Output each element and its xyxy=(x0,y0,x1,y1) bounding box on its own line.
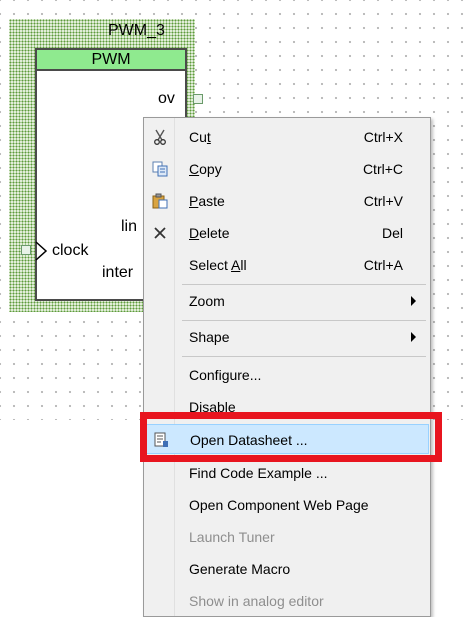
menu-item-delete-label: Delete xyxy=(189,225,230,241)
menu-item-launch-tuner-label: Launch Tuner xyxy=(189,529,275,545)
menu-item-configure[interactable]: Configure... xyxy=(146,360,429,390)
submenu-arrow-icon xyxy=(411,296,416,306)
menu-item-show-in-analog-editor-label: Show in analog editor xyxy=(189,593,324,609)
component-instance-name: PWM_3 xyxy=(108,22,165,39)
menu-item-generate-macro-label: Generate Macro xyxy=(189,561,291,577)
menu-item-shape-label: Shape xyxy=(189,329,230,345)
menu-item-open-component-web-page[interactable]: Open Component Web Page xyxy=(146,490,429,520)
menu-separator xyxy=(182,356,426,357)
clock-input-arrow-icon xyxy=(35,241,48,261)
menu-item-copy-label: Copy xyxy=(189,161,222,177)
menu-item-copy[interactable]: Copy Ctrl+C xyxy=(146,154,429,184)
copy-icon xyxy=(152,161,168,177)
menu-item-find-code-example[interactable]: Find Code Example ... xyxy=(146,458,429,488)
pin-label-lin: lin xyxy=(121,218,138,235)
menu-item-cut-shortcut: Ctrl+X xyxy=(363,129,403,145)
menu-item-cut[interactable]: Cut Ctrl+X xyxy=(146,122,429,152)
menu-item-select-all-shortcut: Ctrl+A xyxy=(363,257,403,273)
menu-separator xyxy=(182,284,426,285)
menu-item-zoom-label: Zoom xyxy=(189,293,225,309)
menu-item-delete[interactable]: Delete Del xyxy=(146,218,429,248)
menu-separator xyxy=(182,320,426,321)
menu-item-paste-shortcut: Ctrl+V xyxy=(363,193,403,209)
pin-label-clock: clock xyxy=(52,242,89,259)
menu-item-paste-label: Paste xyxy=(189,193,225,209)
menu-item-paste[interactable]: Paste Ctrl+V xyxy=(146,186,429,216)
menu-item-open-component-web-page-label: Open Component Web Page xyxy=(189,497,369,513)
paste-icon xyxy=(152,193,168,209)
submenu-arrow-icon xyxy=(411,332,416,342)
delete-x-icon xyxy=(154,227,166,239)
menu-item-show-in-analog-editor[interactable]: Show in analog editor xyxy=(146,586,429,616)
menu-item-copy-shortcut: Ctrl+C xyxy=(362,161,403,177)
menu-item-find-code-example-label: Find Code Example ... xyxy=(189,465,328,481)
menu-item-generate-macro[interactable]: Generate Macro xyxy=(146,554,429,584)
menu-item-cut-label: Cut xyxy=(189,129,211,145)
scissors-icon xyxy=(154,129,166,145)
menu-item-select-all[interactable]: Select All Ctrl+A xyxy=(146,250,429,280)
menu-item-zoom[interactable]: Zoom xyxy=(146,286,429,316)
context-menu: Cut Ctrl+X Copy Ctrl+C Paste Ctrl+V Dele… xyxy=(143,117,431,617)
menu-item-delete-shortcut: Del xyxy=(381,225,403,241)
menu-item-configure-label: Configure... xyxy=(189,367,262,383)
pin-terminal-ov[interactable] xyxy=(193,94,203,104)
pin-label-inter: inter xyxy=(102,264,134,281)
annotation-highlight-frame xyxy=(140,412,442,462)
pin-label-ov: ov xyxy=(158,90,175,107)
pin-terminal-clock[interactable] xyxy=(21,245,31,255)
menu-item-launch-tuner[interactable]: Launch Tuner xyxy=(146,522,429,552)
menu-item-select-all-label: Select All xyxy=(189,257,247,273)
menu-item-shape[interactable]: Shape xyxy=(146,322,429,352)
pwm-component-header: PWM xyxy=(35,48,187,71)
